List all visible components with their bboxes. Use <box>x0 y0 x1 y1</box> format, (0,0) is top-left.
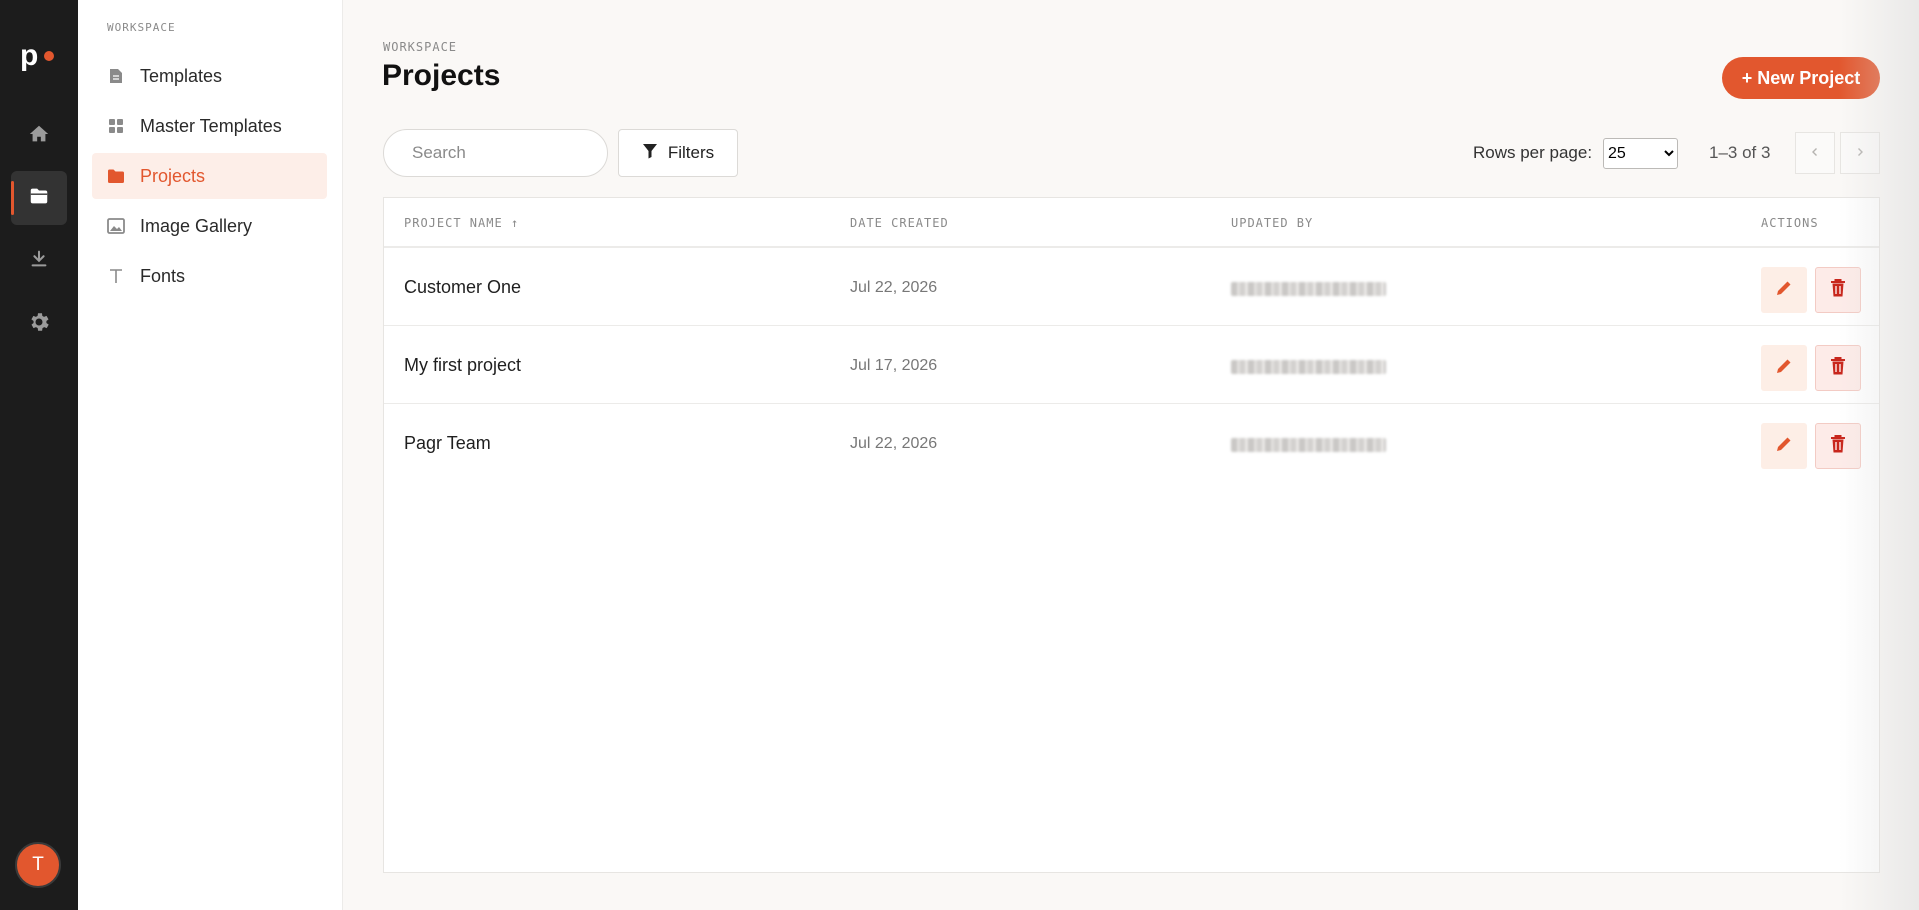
updated-by-redacted: redacted <box>1231 282 1386 296</box>
nav-item-templates[interactable]: Templates <box>92 53 327 99</box>
home-icon <box>28 123 50 150</box>
document-icon <box>107 67 125 85</box>
pencil-icon <box>1774 356 1794 381</box>
project-name[interactable]: My first project <box>404 355 521 376</box>
edit-button[interactable] <box>1761 423 1807 469</box>
filter-icon <box>642 143 658 164</box>
nav-item-label: Templates <box>140 65 223 86</box>
nav-item-fonts[interactable]: Fonts <box>92 253 327 299</box>
chevron-right-icon <box>1855 144 1865 162</box>
date-created: Jul 17, 2026 <box>850 357 938 374</box>
user-avatar[interactable]: T <box>15 842 61 888</box>
delete-button[interactable] <box>1815 423 1861 469</box>
updated-by-redacted: redacted <box>1231 360 1386 374</box>
new-project-button[interactable]: + New Project <box>1722 57 1880 99</box>
nav-item-label: Master Templates <box>140 115 282 136</box>
nav-heading: WORKSPACE <box>107 21 176 34</box>
folder-icon <box>28 185 50 212</box>
edit-button[interactable] <box>1761 267 1807 313</box>
filters-button[interactable]: Filters <box>618 129 738 177</box>
rows-per-page-select[interactable]: 25 <box>1603 138 1678 169</box>
download-icon <box>28 248 50 275</box>
app-rail: p T <box>0 0 78 910</box>
nav-item-label: Image Gallery <box>140 215 253 236</box>
updated-by-redacted: redacted <box>1231 438 1386 452</box>
prev-page-button[interactable] <box>1795 132 1835 174</box>
search-input[interactable] <box>383 129 608 177</box>
date-created: Jul 22, 2026 <box>850 435 938 452</box>
nav-item-image-gallery[interactable]: Image Gallery <box>92 203 327 249</box>
column-project-name[interactable]: PROJECT NAME ↑ <box>404 216 519 230</box>
table-header: PROJECT NAME ↑ DATE CREATED UPDATED BY A… <box>384 198 1879 248</box>
nav-item-label: Projects <box>140 165 206 186</box>
pagination-range: 1–3 of 3 <box>1709 143 1771 162</box>
page-title: Projects <box>382 59 501 92</box>
delete-button[interactable] <box>1815 267 1861 313</box>
rail-home-button[interactable] <box>11 109 67 163</box>
column-actions: ACTIONS <box>1761 216 1819 230</box>
sort-arrow-icon: ↑ <box>510 216 520 230</box>
app-logo[interactable]: p <box>20 36 60 76</box>
edit-button[interactable] <box>1761 345 1807 391</box>
main-content: WORKSPACE Projects + New Project Filters… <box>343 0 1919 910</box>
logo-dot <box>44 51 54 61</box>
pencil-icon <box>1774 278 1794 303</box>
rail-download-button[interactable] <box>11 234 67 288</box>
pencil-icon <box>1774 434 1794 459</box>
nav-item-label: Fonts <box>140 265 186 286</box>
column-date-created[interactable]: DATE CREATED <box>850 216 949 230</box>
logo-letter: p <box>20 39 39 72</box>
date-created: Jul 22, 2026 <box>850 279 938 296</box>
image-icon <box>107 217 125 235</box>
delete-button[interactable] <box>1815 345 1861 391</box>
next-page-button[interactable] <box>1840 132 1880 174</box>
column-label: PROJECT NAME <box>404 216 503 230</box>
filters-label: Filters <box>667 143 715 162</box>
rail-projects-button[interactable] <box>11 171 67 225</box>
table-row[interactable]: Pagr Team Jul 22, 2026 redacted <box>384 404 1879 482</box>
trash-icon <box>1829 356 1847 381</box>
trash-icon <box>1829 434 1847 459</box>
table-row[interactable]: My first project Jul 17, 2026 redacted <box>384 326 1879 404</box>
nav-item-projects[interactable]: Projects <box>92 153 327 199</box>
font-icon <box>107 267 125 285</box>
workspace-nav: WORKSPACE Templates Master Templates Pro… <box>78 0 343 910</box>
gear-icon <box>27 310 51 339</box>
rail-settings-button[interactable] <box>11 297 67 351</box>
project-name[interactable]: Customer One <box>404 277 521 298</box>
folder-icon <box>107 167 125 185</box>
chevron-left-icon <box>1810 144 1820 162</box>
projects-table: PROJECT NAME ↑ DATE CREATED UPDATED BY A… <box>383 197 1880 873</box>
trash-icon <box>1829 278 1847 303</box>
grid-icon <box>107 117 125 135</box>
breadcrumb: WORKSPACE <box>383 40 458 54</box>
rows-per-page-label: Rows per page: <box>1473 143 1593 162</box>
table-row[interactable]: Customer One Jul 22, 2026 redacted <box>384 248 1879 326</box>
nav-item-master-templates[interactable]: Master Templates <box>92 103 327 149</box>
column-updated-by[interactable]: UPDATED BY <box>1231 216 1313 230</box>
project-name[interactable]: Pagr Team <box>404 433 491 454</box>
